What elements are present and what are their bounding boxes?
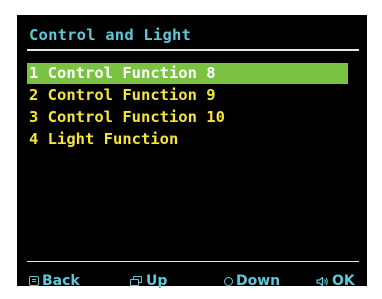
footer-divider <box>27 261 359 262</box>
menu-list: 1 Control Function 8 2 Control Function … <box>27 63 348 151</box>
down-label: Down <box>236 273 281 289</box>
up-button[interactable]: Up <box>130 271 167 291</box>
up-label: Up <box>146 273 168 289</box>
menu-icon <box>29 276 39 286</box>
back-button[interactable]: Back <box>29 271 80 291</box>
menu-item-control-function-8[interactable]: 1 Control Function 8 <box>27 63 348 84</box>
title-divider <box>27 49 359 51</box>
menu-item-control-function-9[interactable]: 2 Control Function 9 <box>27 85 348 106</box>
layers-icon <box>130 275 143 287</box>
display-screen: Control and Light 1 Control Function 8 2… <box>17 15 367 289</box>
menu-item-light-function[interactable]: 4 Light Function <box>27 129 348 150</box>
down-button[interactable]: Down <box>224 271 280 291</box>
ok-label: OK <box>332 273 355 289</box>
menu-item-control-function-10[interactable]: 3 Control Function 10 <box>27 107 348 128</box>
ok-button[interactable]: OK <box>316 271 355 291</box>
back-label: Back <box>42 273 80 289</box>
circle-icon <box>224 276 233 286</box>
screen-title: Control and Light <box>29 26 192 44</box>
speaker-icon <box>316 276 329 287</box>
